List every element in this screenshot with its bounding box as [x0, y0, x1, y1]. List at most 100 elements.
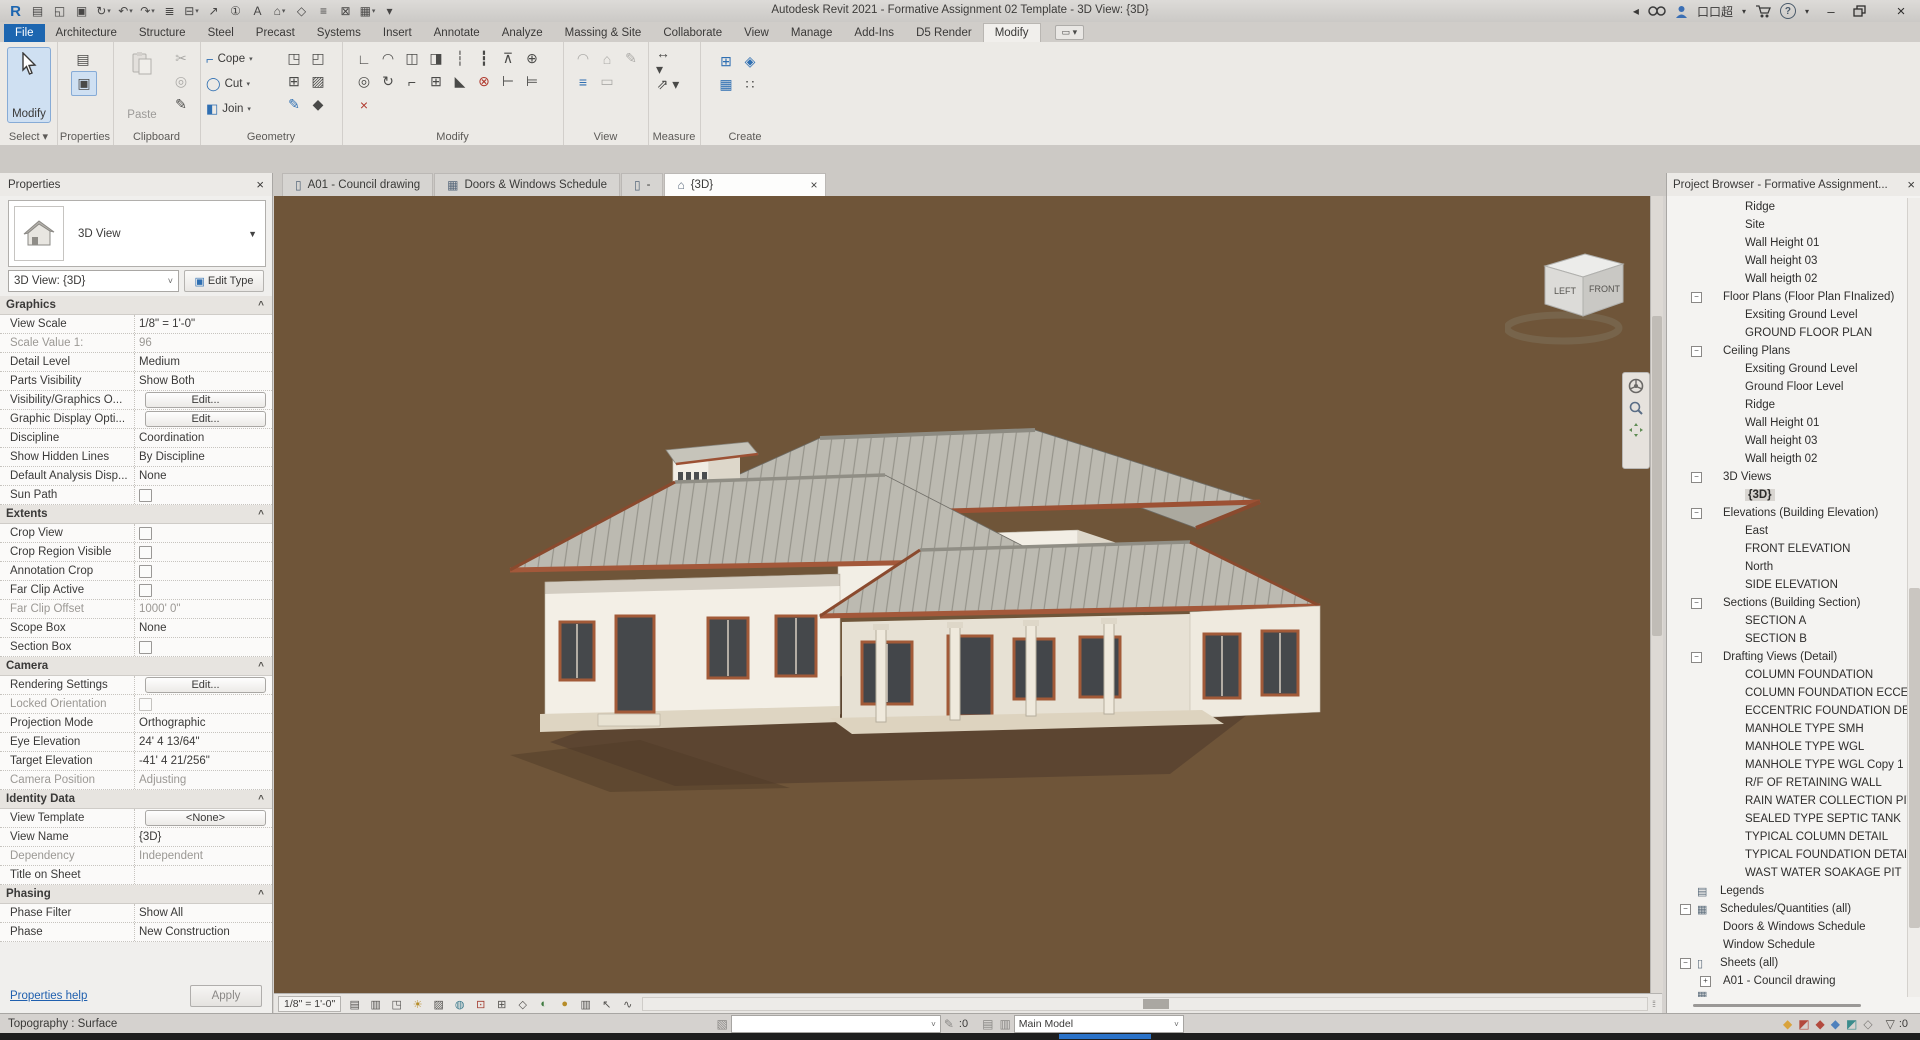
browser-item-label[interactable]: Ground Floor Level	[1745, 381, 1843, 393]
help-dropdown-icon[interactable]: ▾	[1805, 7, 1809, 16]
browser-item-label[interactable]: MANHOLE TYPE WGL	[1745, 741, 1864, 753]
mirror-pick-axis-icon[interactable]: ◫	[400, 47, 424, 70]
section-header-identity-data[interactable]: Identity Data^	[0, 790, 272, 809]
viewcube[interactable]: LEFT FRONT	[1505, 240, 1645, 350]
collapse-chevron-icon[interactable]: ^	[258, 661, 264, 672]
revit-logo[interactable]: R	[5, 2, 26, 20]
design-option-select[interactable]: Main Model˅	[1014, 1015, 1184, 1033]
apply-button[interactable]: Apply	[190, 985, 262, 1007]
browser-item-eccentric-foundation-det[interactable]: ECCENTRIC FOUNDATION DET	[1667, 702, 1907, 720]
ribbon-tab-systems[interactable]: Systems	[306, 24, 372, 42]
property-value[interactable]: -41' 4 21/256"	[139, 755, 210, 767]
locked-3d-view-icon[interactable]: ◇	[512, 996, 533, 1012]
browser-item-r-f-of-retaining-wall[interactable]: R/F OF RETAINING WALL	[1667, 774, 1907, 792]
worksharing-display-icon[interactable]: ◆	[1783, 1017, 1792, 1031]
editable-only-icon[interactable]: ✎	[944, 1017, 954, 1031]
browser-horizontal-scrollbar[interactable]	[1667, 999, 1907, 1011]
browser-item-side-elevation[interactable]: SIDE ELEVATION	[1667, 576, 1907, 594]
detail-level-icon[interactable]: ▥	[365, 996, 386, 1012]
browser-item-legends[interactable]: ▤Legends	[1667, 882, 1907, 900]
edit-type-button[interactable]: ▣ Edit Type	[184, 270, 264, 292]
move-icon[interactable]: ⊕	[520, 47, 544, 70]
section-icon[interactable]: ◇	[291, 2, 312, 20]
browser-item-front-elevation[interactable]: FRONT ELEVATION	[1667, 540, 1907, 558]
username[interactable]: 口口超	[1697, 3, 1733, 20]
browser-item-section-a[interactable]: SECTION A	[1667, 612, 1907, 630]
resize-grip-icon[interactable]: ⁞⁞	[1652, 999, 1662, 1009]
measure-between-references-icon[interactable]: ↔ ▾	[656, 50, 680, 73]
instance-dropdown-icon[interactable]: ˅	[168, 276, 173, 286]
ribbon-tab-view[interactable]: View	[733, 24, 780, 42]
browser-item-label[interactable]: Ceiling Plans	[1723, 345, 1790, 357]
steering-wheel-icon[interactable]	[1628, 378, 1644, 394]
collapse-expander-icon[interactable]: −	[1691, 652, 1702, 663]
back-arrow-icon[interactable]: ◂	[1633, 4, 1639, 18]
browser-item-label[interactable]: Wall Height 01	[1745, 417, 1819, 429]
browser-item-section-b[interactable]: SECTION B	[1667, 630, 1907, 648]
ribbon-tab-structure[interactable]: Structure	[128, 24, 197, 42]
sync-with-central-icon-dropdown[interactable]: ▾	[107, 7, 111, 15]
paste-button[interactable]: Paste	[121, 47, 163, 123]
modify-tool-button[interactable]: Modify	[7, 47, 51, 123]
property-checkbox[interactable]	[139, 565, 152, 578]
split-element-icon[interactable]: ┆	[448, 47, 472, 70]
property-value[interactable]: None	[139, 622, 167, 634]
trim-extend-single-icon[interactable]: ⊢	[496, 70, 520, 93]
design-options-icon[interactable]: ▤	[982, 1017, 993, 1031]
unpin-icon[interactable]: ⊗	[472, 70, 496, 93]
browser-item-doors-windows-schedule[interactable]: Doors & Windows Schedule	[1667, 918, 1907, 936]
canvas-hscroll-thumb[interactable]	[1143, 999, 1169, 1009]
help-icon[interactable]: ?	[1780, 3, 1796, 19]
apply-coping-icon[interactable]: ◰	[306, 47, 330, 70]
browser-item-label[interactable]: SECTION B	[1745, 633, 1807, 645]
instance-selector[interactable]: 3D View: {3D}˅	[8, 270, 179, 292]
browser-item-wall-height-01[interactable]: Wall Height 01	[1667, 414, 1907, 432]
type-selector[interactable]: 3D View ▼	[8, 200, 266, 267]
cope-button[interactable]: ⌐Cope▾	[206, 48, 253, 70]
default-3d-view-icon-dropdown[interactable]: ▾	[282, 7, 286, 15]
select-pinned-icon[interactable]: ◆	[1831, 1017, 1840, 1031]
browser-item-label[interactable]: SEALED TYPE SEPTIC TANK	[1745, 813, 1901, 825]
browser-hscroll-thumb[interactable]	[1693, 1004, 1861, 1007]
browser-item-typical-column-detail[interactable]: TYPICAL COLUMN DETAIL	[1667, 828, 1907, 846]
document-tab-doors-windows-schedule[interactable]: ▦Doors & Windows Schedule	[434, 173, 620, 196]
browser-item-label[interactable]: Exsiting Ground Level	[1745, 363, 1858, 375]
default-3d-view-icon[interactable]: ⌂▾	[269, 2, 290, 20]
demolish-icon[interactable]: ◆	[306, 93, 330, 116]
browser-vscroll-thumb[interactable]	[1909, 588, 1920, 928]
properties-close-icon[interactable]: ×	[256, 177, 264, 192]
browser-item-sections-building-section-[interactable]: −Sections (Building Section)	[1667, 594, 1907, 612]
browser-item-label[interactable]: Wall height 03	[1745, 435, 1817, 447]
background-processes-icon[interactable]: ◩	[1798, 1017, 1809, 1031]
browser-item-rain-water-collection-pit[interactable]: RAIN WATER COLLECTION PIT	[1667, 792, 1907, 810]
property-value[interactable]: 1/8" = 1'-0"	[139, 318, 195, 330]
create-similar-icon[interactable]: ∷	[738, 73, 762, 96]
browser-item-east[interactable]: East	[1667, 522, 1907, 540]
sign-in-avatar-icon[interactable]	[1675, 5, 1688, 18]
collapse-expander-icon[interactable]: −	[1691, 346, 1702, 357]
scale-icon[interactable]: ◣	[448, 70, 472, 93]
redo-icon-dropdown[interactable]: ▾	[151, 7, 155, 15]
aligned-dimension-icon[interactable]: ↗	[203, 2, 224, 20]
browser-item-window-schedule[interactable]: Window Schedule	[1667, 936, 1907, 954]
properties-help-link[interactable]: Properties help	[10, 990, 87, 1002]
copy-icon[interactable]: ◎	[352, 70, 376, 93]
browser-item-ground-floor-plan[interactable]: GROUND FLOOR PLAN	[1667, 324, 1907, 342]
save-icon[interactable]: ▣	[71, 2, 92, 20]
analytical-model-icon[interactable]: ∿	[617, 996, 638, 1012]
rotate-icon[interactable]: ↻	[376, 70, 400, 93]
collapse-chevron-icon[interactable]: ^	[258, 889, 264, 900]
browser-item-label[interactable]: SIDE ELEVATION	[1745, 579, 1838, 591]
property-value[interactable]: New Construction	[139, 926, 230, 938]
open-icon[interactable]: ◱	[49, 2, 70, 20]
view-reference-icon[interactable]: ▭	[595, 70, 619, 93]
viewcube-left-face[interactable]: LEFT	[1554, 286, 1577, 296]
visual-style-icon[interactable]: ◳	[386, 996, 407, 1012]
cope-dropdown-icon[interactable]: ▾	[249, 55, 253, 63]
browser-item-label[interactable]: TYPICAL FOUNDATION DETAI	[1745, 849, 1907, 861]
rendering-dialog-icon[interactable]: ◍	[449, 996, 470, 1012]
scale-icon[interactable]: ▤	[344, 996, 365, 1012]
section-header-graphics[interactable]: Graphics^	[0, 296, 272, 315]
sync-with-central-icon[interactable]: ↻▾	[93, 2, 114, 20]
property-edit-button[interactable]: Edit...	[145, 677, 266, 693]
